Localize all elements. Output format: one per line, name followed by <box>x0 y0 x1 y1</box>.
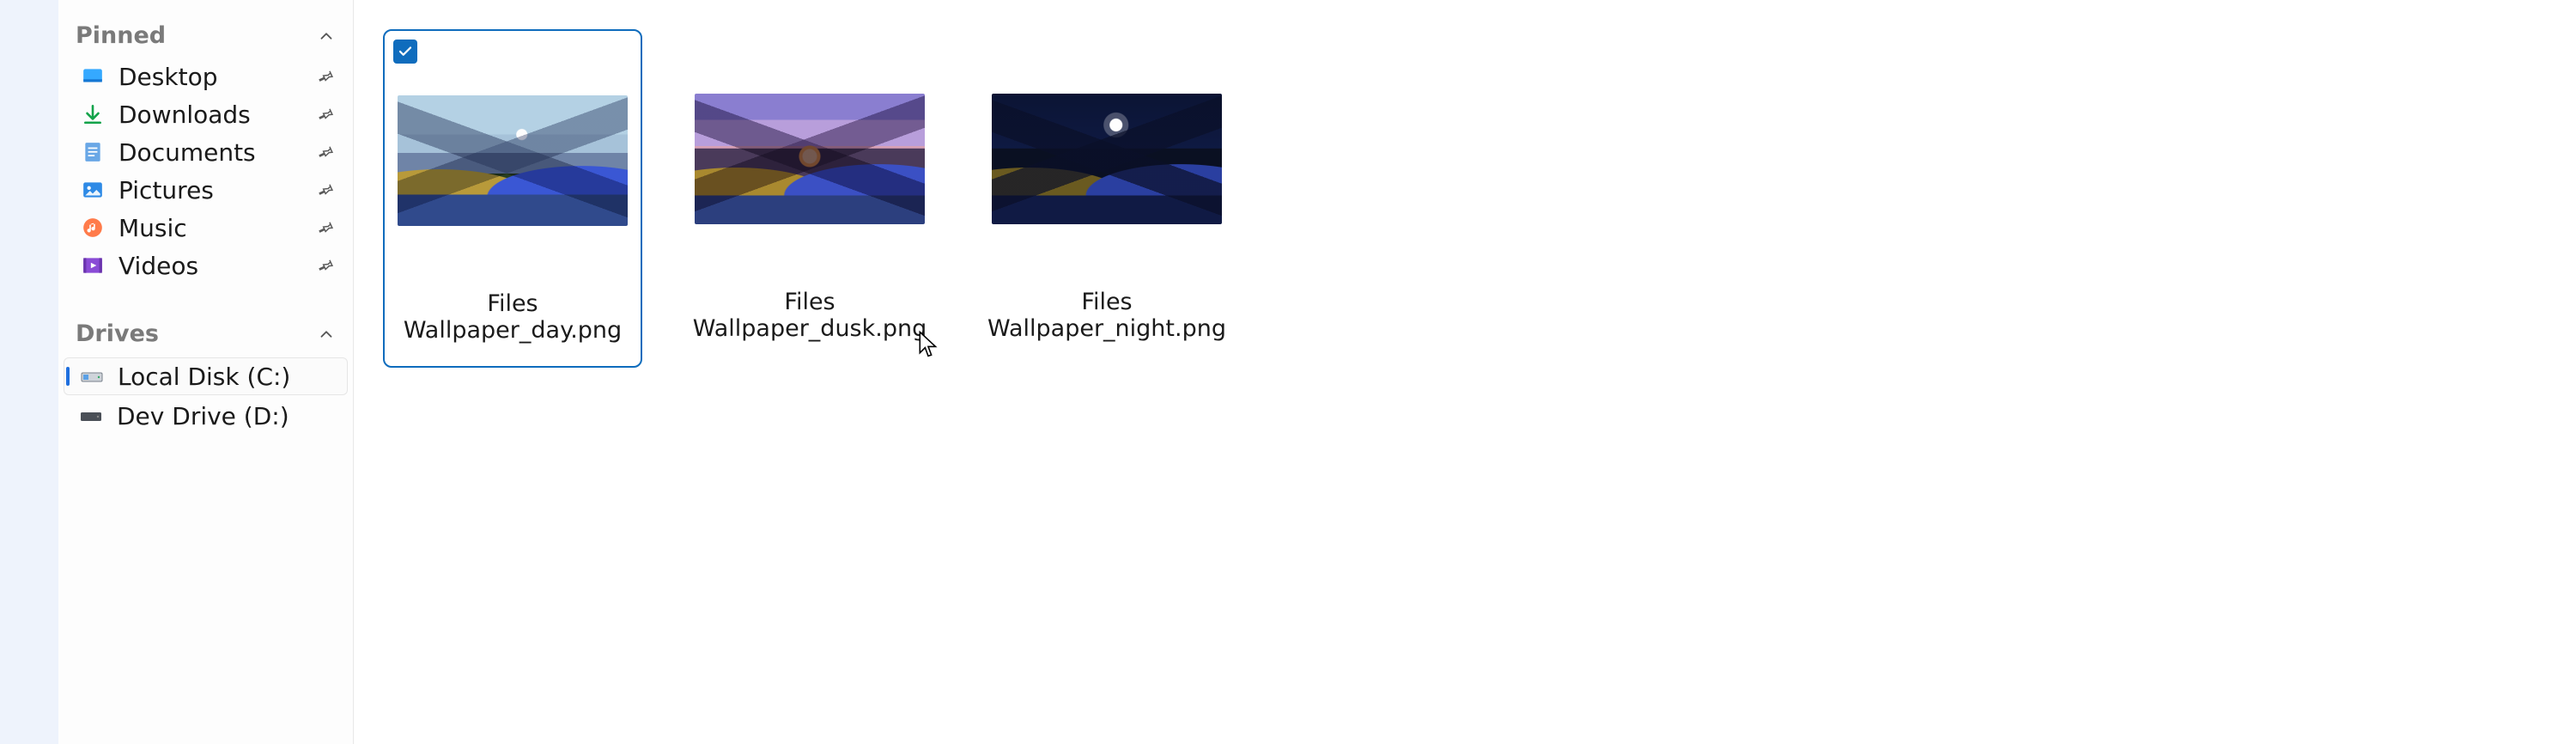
file-thumbnail <box>977 29 1236 289</box>
window-left-gutter <box>0 0 58 744</box>
selected-check-icon <box>393 40 417 64</box>
pinned-section-label: Pinned <box>76 22 166 49</box>
pin-icon[interactable] <box>315 104 336 125</box>
sidebar-item-desktop[interactable]: Desktop <box>64 58 348 95</box>
drive-item-dev-drive-d[interactable]: Dev Drive (D:) <box>64 397 348 435</box>
desktop-icon <box>81 64 105 88</box>
sidebar-item-documents[interactable]: Documents <box>64 133 348 171</box>
documents-icon <box>81 140 105 164</box>
pin-icon[interactable] <box>315 255 336 276</box>
sidebar-item-downloads[interactable]: Downloads <box>64 95 348 133</box>
pin-icon[interactable] <box>315 217 336 238</box>
downloads-icon <box>81 102 105 126</box>
chevron-up-icon <box>317 27 336 46</box>
file-card[interactable]: Files Wallpaper_night.png <box>977 29 1236 368</box>
drive-icon <box>79 404 103 428</box>
file-name-label: Files Wallpaper_night.png <box>977 289 1236 342</box>
file-card[interactable]: Files Wallpaper_dusk.png <box>680 29 939 368</box>
sidebar-item-label: Music <box>118 214 315 242</box>
file-name-label: Files Wallpaper_dusk.png <box>680 289 939 342</box>
file-thumbnail <box>385 31 641 290</box>
videos-icon <box>81 253 105 277</box>
chevron-up-icon <box>317 325 336 344</box>
file-thumbnail <box>680 29 939 289</box>
drives-section-label: Drives <box>76 320 159 347</box>
sidebar-item-label: Documents <box>118 138 315 167</box>
drive-icon <box>80 364 104 388</box>
sidebar-item-music[interactable]: Music <box>64 209 348 247</box>
drive-item-label: Local Disk (C:) <box>118 363 290 391</box>
sidebar: Pinned Desktop Downloads Documents <box>58 0 354 744</box>
sidebar-item-label: Pictures <box>118 176 315 204</box>
music-icon <box>81 216 105 240</box>
file-grid: Files Wallpaper_day.png Files Wallpaper_… <box>354 0 2576 744</box>
sidebar-item-pictures[interactable]: Pictures <box>64 171 348 209</box>
pictures-icon <box>81 178 105 202</box>
file-card[interactable]: Files Wallpaper_day.png <box>383 29 642 368</box>
pin-icon[interactable] <box>315 180 336 200</box>
sidebar-item-label: Desktop <box>118 63 315 91</box>
sidebar-item-label: Videos <box>118 252 315 280</box>
pin-icon[interactable] <box>315 66 336 87</box>
drive-item-label: Dev Drive (D:) <box>117 402 289 430</box>
sidebar-item-label: Downloads <box>118 101 315 129</box>
file-name-label: Files Wallpaper_day.png <box>385 290 641 344</box>
pinned-section-header[interactable]: Pinned <box>58 15 353 58</box>
sidebar-item-videos[interactable]: Videos <box>64 247 348 284</box>
pin-icon[interactable] <box>315 142 336 162</box>
drive-item-local-disk-c[interactable]: Local Disk (C:) <box>64 357 348 395</box>
drives-section-header[interactable]: Drives <box>58 314 353 356</box>
